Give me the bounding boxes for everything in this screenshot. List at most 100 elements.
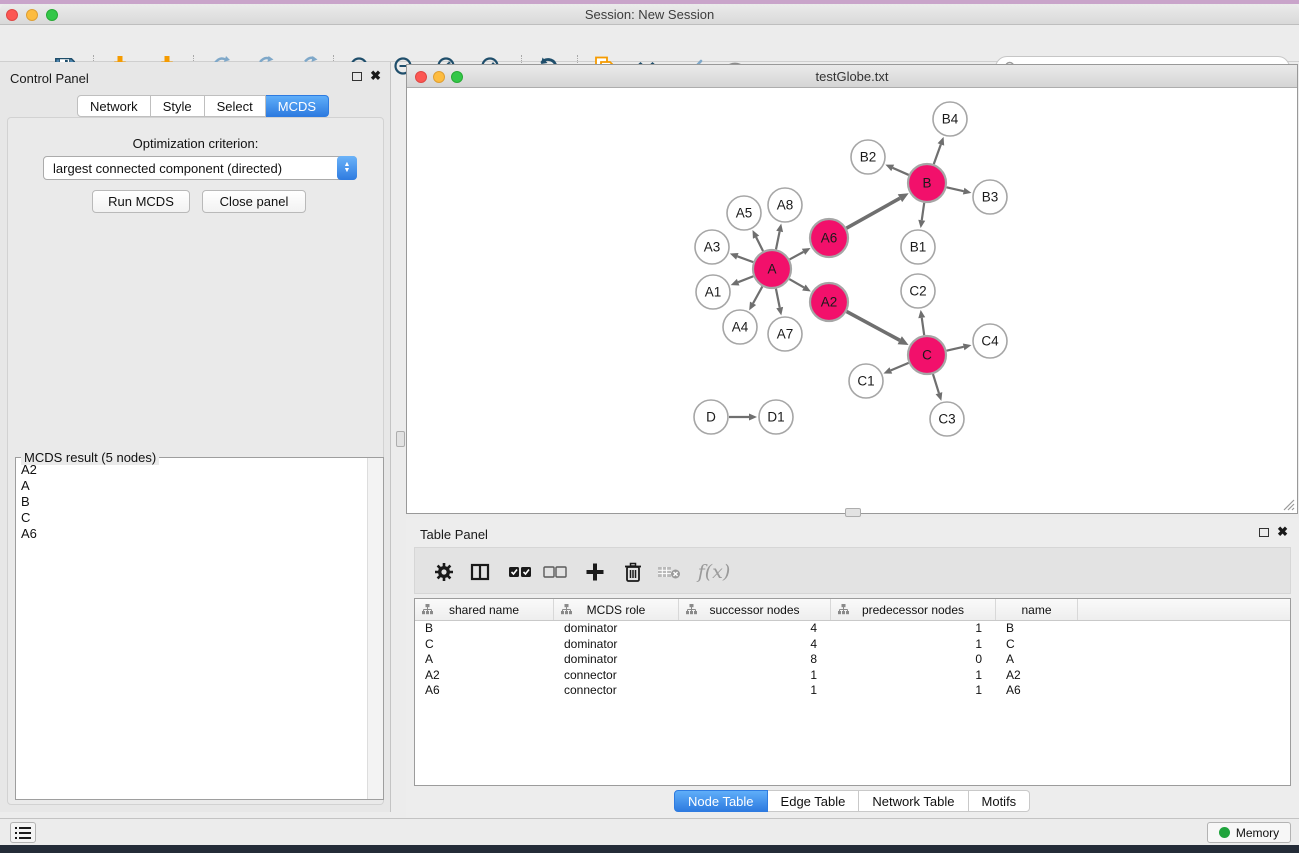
- mcds-result-list[interactable]: A2ABCA6: [17, 462, 366, 798]
- tab-network[interactable]: Network: [77, 95, 151, 117]
- graph-node-A8[interactable]: A8: [768, 188, 802, 222]
- graph-edge-A2-C[interactable]: [847, 312, 909, 345]
- tab-node-table[interactable]: Node Table: [674, 790, 768, 812]
- graph-node-A6[interactable]: A6: [810, 219, 848, 257]
- tab-network-table[interactable]: Network Table: [859, 790, 968, 812]
- graph-node-A4[interactable]: A4: [723, 310, 757, 344]
- tab-mcds[interactable]: MCDS: [266, 95, 329, 117]
- graph-node-D1[interactable]: D1: [759, 400, 793, 434]
- minimize-window-button[interactable]: [26, 9, 38, 21]
- graph-edge-C-C3[interactable]: [933, 374, 942, 401]
- graph-node-C2[interactable]: C2: [901, 274, 935, 308]
- graph-edge-C-C1[interactable]: [883, 363, 908, 374]
- graph-node-D[interactable]: D: [694, 400, 728, 434]
- zoom-window-button[interactable]: [46, 9, 58, 21]
- tab-edge-table[interactable]: Edge Table: [768, 790, 860, 812]
- graph-edge-A-A6[interactable]: [790, 248, 811, 259]
- cell-shared-name[interactable]: A: [415, 652, 554, 668]
- graph-node-B4[interactable]: B4: [933, 102, 967, 136]
- cell-predecessor-nodes[interactable]: 1: [831, 621, 996, 637]
- graph-node-C1[interactable]: C1: [849, 364, 883, 398]
- cell-successor-nodes[interactable]: 1: [679, 668, 831, 684]
- cell-predecessor-nodes[interactable]: 0: [831, 652, 996, 668]
- table-close-panel-icon[interactable]: ✖: [1277, 526, 1288, 538]
- table-settings-button[interactable]: [429, 557, 459, 587]
- graph-edge-B-B4[interactable]: [934, 137, 944, 164]
- function-builder-button-disabled[interactable]: f(x): [691, 557, 737, 587]
- graph-edge-B-B2[interactable]: [885, 165, 908, 175]
- cell-successor-nodes[interactable]: 1: [679, 683, 831, 699]
- vertical-split-divider-handle[interactable]: [396, 431, 405, 447]
- delete-column-button[interactable]: [618, 557, 648, 587]
- graph-edge-B-B3[interactable]: [947, 187, 972, 194]
- window-resize-grip-icon[interactable]: [1282, 498, 1295, 511]
- close-panel-button[interactable]: Close panel: [202, 190, 306, 213]
- graph-edge-D-D1[interactable]: [729, 414, 757, 421]
- cell-name[interactable]: C: [996, 637, 1078, 653]
- graph-edge-A-A5[interactable]: [752, 230, 763, 251]
- table-row[interactable]: A6connector11A6: [415, 683, 1290, 699]
- table-row[interactable]: A2connector11A2: [415, 668, 1290, 684]
- cell-mcds-role[interactable]: dominator: [554, 621, 679, 637]
- column-header-predecessor-nodes[interactable]: predecessor nodes: [831, 599, 996, 620]
- cell-name[interactable]: B: [996, 621, 1078, 637]
- cell-name[interactable]: A6: [996, 683, 1078, 699]
- graph-edge-A-A1[interactable]: [731, 276, 754, 285]
- show-columns-button[interactable]: [465, 557, 495, 587]
- tab-select[interactable]: Select: [205, 95, 266, 117]
- cell-mcds-role[interactable]: dominator: [554, 637, 679, 653]
- graph-edge-A-A3[interactable]: [730, 253, 753, 262]
- table-row[interactable]: Bdominator41B: [415, 621, 1290, 637]
- graph-node-A2[interactable]: A2: [810, 283, 848, 321]
- close-window-button[interactable]: [6, 9, 18, 21]
- network-minimize-button[interactable]: [433, 71, 445, 83]
- graph-node-B2[interactable]: B2: [851, 140, 885, 174]
- graph-node-C4[interactable]: C4: [973, 324, 1007, 358]
- cell-shared-name[interactable]: C: [415, 637, 554, 653]
- cell-predecessor-nodes[interactable]: 1: [831, 683, 996, 699]
- network-canvas[interactable]: B4B2BB3A8A5A6A3B1AA1C2A2A4A7C4CC1C3DD1: [407, 88, 1297, 513]
- memory-button[interactable]: Memory: [1207, 822, 1291, 843]
- delete-table-button-disabled[interactable]: [654, 557, 684, 587]
- graph-edge-A-A8[interactable]: [776, 224, 783, 250]
- graph-node-A1[interactable]: A1: [696, 275, 730, 309]
- tab-motifs[interactable]: Motifs: [969, 790, 1031, 812]
- graph-node-B1[interactable]: B1: [901, 230, 935, 264]
- table-row[interactable]: Adominator80A: [415, 652, 1290, 668]
- tab-style[interactable]: Style: [151, 95, 205, 117]
- close-panel-icon[interactable]: ✖: [370, 70, 381, 82]
- cell-predecessor-nodes[interactable]: 1: [831, 637, 996, 653]
- table-float-panel-icon[interactable]: [1259, 528, 1269, 537]
- cell-predecessor-nodes[interactable]: 1: [831, 668, 996, 684]
- graph-edge-C-C4[interactable]: [947, 343, 972, 350]
- mcds-result-item[interactable]: A2: [17, 462, 366, 478]
- graph-node-A[interactable]: A: [753, 250, 791, 288]
- cell-shared-name[interactable]: A2: [415, 668, 554, 684]
- network-close-button[interactable]: [415, 71, 427, 83]
- graph-edge-A6-B[interactable]: [846, 193, 908, 228]
- column-header-name[interactable]: name: [996, 599, 1078, 620]
- graph-node-B[interactable]: B: [908, 164, 946, 202]
- run-mcds-button[interactable]: Run MCDS: [92, 190, 190, 213]
- cell-name[interactable]: A2: [996, 668, 1078, 684]
- mcds-result-scrollbar[interactable]: [367, 458, 383, 799]
- column-header-successor-nodes[interactable]: successor nodes: [679, 599, 831, 620]
- select-all-button[interactable]: [505, 557, 535, 587]
- deselect-all-button[interactable]: [540, 557, 570, 587]
- graph-node-A5[interactable]: A5: [727, 196, 761, 230]
- horizontal-split-divider-handle[interactable]: [845, 508, 861, 517]
- graph-node-A3[interactable]: A3: [695, 230, 729, 264]
- graph-node-B3[interactable]: B3: [973, 180, 1007, 214]
- mcds-result-item[interactable]: A: [17, 478, 366, 494]
- table-row[interactable]: Cdominator41C: [415, 637, 1290, 653]
- cell-mcds-role[interactable]: connector: [554, 668, 679, 684]
- graph-edge-A-A7[interactable]: [776, 289, 783, 316]
- cell-mcds-role[interactable]: dominator: [554, 652, 679, 668]
- cell-successor-nodes[interactable]: 8: [679, 652, 831, 668]
- float-panel-icon[interactable]: [352, 72, 362, 81]
- create-column-button[interactable]: [580, 557, 610, 587]
- graph-edge-A-A4[interactable]: [749, 287, 762, 311]
- cell-successor-nodes[interactable]: 4: [679, 637, 831, 653]
- cell-shared-name[interactable]: A6: [415, 683, 554, 699]
- column-header-mcds-role[interactable]: MCDS role: [554, 599, 679, 620]
